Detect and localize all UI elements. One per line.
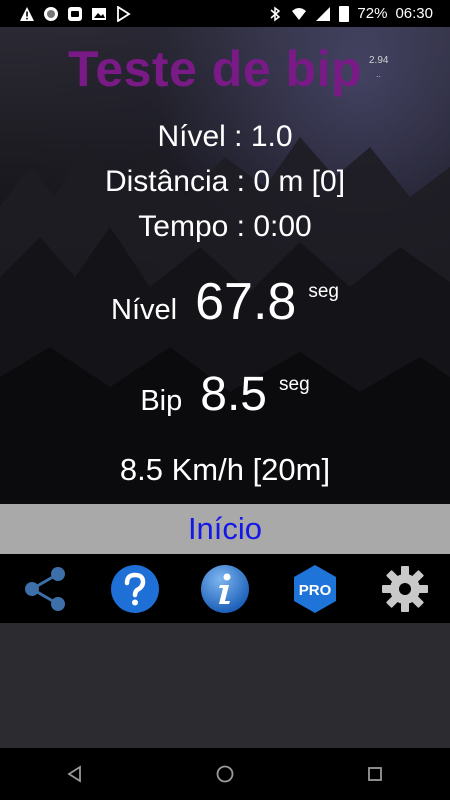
- share-button[interactable]: [18, 562, 72, 616]
- bip-timer: Bip 8.5 seg: [0, 367, 450, 422]
- version-label: 2.94: [369, 55, 389, 66]
- help-button[interactable]: [108, 562, 162, 616]
- level-timer: Nível 67.8 seg: [0, 272, 450, 332]
- play-store-icon: [117, 5, 131, 22]
- back-icon[interactable]: [65, 764, 85, 784]
- warning-icon: [20, 6, 34, 21]
- level-timer-label: Nível: [111, 294, 178, 326]
- settings-button[interactable]: [378, 562, 432, 616]
- distance-info: Distância : 0 m [0]: [104, 165, 346, 198]
- share-icon: [25, 566, 65, 611]
- version-dots: ..: [376, 69, 382, 79]
- settings-icon: [382, 565, 428, 612]
- main-display: Teste de bip 2.94 .. Nível : 1.0 Distânc…: [0, 27, 450, 504]
- info-icon: [201, 564, 249, 613]
- bip-timer-value: 8.5: [200, 368, 267, 421]
- bip-timer-label: Bip: [140, 385, 183, 417]
- toolbar: PRO: [0, 554, 450, 623]
- clock: 06:30: [395, 5, 433, 22]
- level-timer-unit: seg: [308, 281, 339, 302]
- navigation-bar: [0, 748, 450, 800]
- pro-icon: PRO: [294, 564, 336, 613]
- app-title: Teste de bip: [67, 41, 362, 97]
- pro-label: PRO: [299, 582, 332, 599]
- signal-icon: [316, 6, 331, 21]
- level-info: Nível : 1.0: [157, 120, 293, 153]
- info-button[interactable]: [198, 562, 252, 616]
- ad-area: [0, 623, 450, 748]
- bip-timer-unit: seg: [279, 374, 310, 395]
- level-timer-value: 67.8: [195, 273, 297, 331]
- bluetooth-icon: [270, 6, 281, 21]
- help-icon: [111, 564, 159, 613]
- pro-button[interactable]: PRO: [288, 562, 342, 616]
- status-bar: 72% 06:30: [0, 0, 450, 27]
- start-button-label: Início: [187, 511, 263, 546]
- battery-level: 72%: [357, 5, 388, 22]
- speed-label: 8.5 Km/h [20m]: [119, 452, 331, 487]
- image-icon: [92, 7, 106, 20]
- circle-icon: [44, 6, 58, 21]
- wifi-icon: [292, 7, 307, 20]
- start-button[interactable]: Início: [0, 504, 450, 554]
- time-info: Tempo : 0:00: [138, 210, 312, 243]
- en-keyboard-icon: [68, 6, 82, 21]
- battery-icon: [339, 5, 350, 22]
- recents-icon[interactable]: [365, 764, 385, 784]
- home-icon[interactable]: [215, 764, 235, 784]
